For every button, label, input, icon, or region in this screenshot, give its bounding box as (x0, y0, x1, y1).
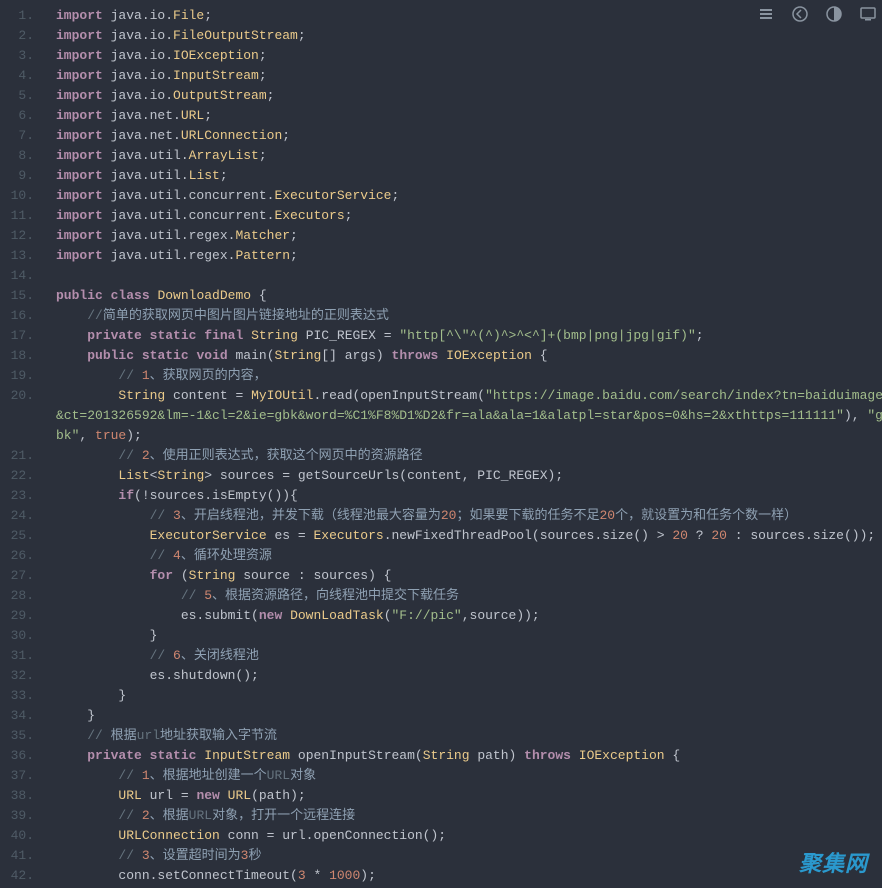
code-line: for (String source : sources) { (56, 566, 882, 586)
code-line: // 1、获取网页的内容， (56, 366, 882, 386)
code-line: import java.io.IOException; (56, 46, 882, 66)
code-line: // 3、开启线程池，并发下载（线程池最大容量为20；如果要下载的任务不足20个… (56, 506, 882, 526)
code-line: import java.util.concurrent.ExecutorServ… (56, 186, 882, 206)
contrast-icon[interactable] (826, 6, 842, 22)
code-area[interactable]: import java.io.File;import java.io.FileO… (44, 0, 882, 888)
line-number: 40. (8, 826, 34, 846)
toolbar (758, 6, 876, 22)
line-number: 17. (8, 326, 34, 346)
line-number: 31. (8, 646, 34, 666)
line-number: 21. (8, 446, 34, 466)
line-number: 29. (8, 606, 34, 626)
code-line: public static void main(String[] args) t… (56, 346, 882, 366)
code-line: } (56, 706, 882, 726)
code-line: bk", true); (56, 426, 882, 446)
line-number: 5. (8, 86, 34, 106)
line-number: 13. (8, 246, 34, 266)
line-number: 16. (8, 306, 34, 326)
line-number: 8. (8, 146, 34, 166)
code-line: // 4、循环处理资源 (56, 546, 882, 566)
line-number: 15. (8, 286, 34, 306)
code-line: } (56, 686, 882, 706)
code-line: public class DownloadDemo { (56, 286, 882, 306)
code-line: import java.util.concurrent.Executors; (56, 206, 882, 226)
line-number: 11. (8, 206, 34, 226)
line-number (8, 426, 34, 446)
code-line: if(!sources.isEmpty()){ (56, 486, 882, 506)
code-line: // 根据url地址获取输入字节流 (56, 726, 882, 746)
code-line: es.submit(new DownLoadTask("F://pic",sou… (56, 606, 882, 626)
code-line: ExecutorService es = Executors.newFixedT… (56, 526, 882, 546)
code-line: // 2、根据URL对象，打开一个远程连接 (56, 806, 882, 826)
code-editor: 1.2.3.4.5.6.7.8.9.10.11.12.13.14.15.16.1… (0, 0, 882, 888)
code-line: private static InputStream openInputStre… (56, 746, 882, 766)
line-number: 35. (8, 726, 34, 746)
monitor-icon[interactable] (860, 6, 876, 22)
line-number: 37. (8, 766, 34, 786)
code-line: URL url = new URL(path); (56, 786, 882, 806)
line-number: 10. (8, 186, 34, 206)
line-number: 2. (8, 26, 34, 46)
list-icon[interactable] (758, 6, 774, 22)
code-line: private static final String PIC_REGEX = … (56, 326, 882, 346)
code-line: import java.io.InputStream; (56, 66, 882, 86)
code-line: import java.util.List; (56, 166, 882, 186)
line-number: 9. (8, 166, 34, 186)
code-line: es.shutdown(); (56, 666, 882, 686)
code-line: conn.setConnectTimeout(3 * 1000); (56, 866, 882, 886)
code-line: import java.net.URL; (56, 106, 882, 126)
line-number: 41. (8, 846, 34, 866)
line-number: 12. (8, 226, 34, 246)
line-number: 34. (8, 706, 34, 726)
line-number: 27. (8, 566, 34, 586)
code-line: String content = MyIOUtil.read(openInput… (56, 386, 882, 406)
code-line: List<String> sources = getSourceUrls(con… (56, 466, 882, 486)
line-number (8, 406, 34, 426)
line-number: 36. (8, 746, 34, 766)
line-number: 26. (8, 546, 34, 566)
line-number: 18. (8, 346, 34, 366)
line-number: 30. (8, 626, 34, 646)
line-number: 38. (8, 786, 34, 806)
code-line: } (56, 626, 882, 646)
line-number: 3. (8, 46, 34, 66)
code-line: import java.net.URLConnection; (56, 126, 882, 146)
line-number: 19. (8, 366, 34, 386)
code-line: // 3、设置超时间为3秒 (56, 846, 882, 866)
line-number: 32. (8, 666, 34, 686)
code-line: import java.util.regex.Matcher; (56, 226, 882, 246)
code-line: // 6、关闭线程池 (56, 646, 882, 666)
watermark: 聚集网 (799, 846, 868, 878)
code-line: import java.util.ArrayList; (56, 146, 882, 166)
line-number: 7. (8, 126, 34, 146)
line-number: 25. (8, 526, 34, 546)
code-line: // 2、使用正则表达式，获取这个网页中的资源路径 (56, 446, 882, 466)
code-line: import java.util.regex.Pattern; (56, 246, 882, 266)
line-number: 33. (8, 686, 34, 706)
code-line: import java.io.FileOutputStream; (56, 26, 882, 46)
back-icon[interactable] (792, 6, 808, 22)
line-number: 6. (8, 106, 34, 126)
line-number: 42. (8, 866, 34, 886)
line-number: 1. (8, 6, 34, 26)
line-number: 20. (8, 386, 34, 406)
line-number: 39. (8, 806, 34, 826)
code-line: &ct=201326592&lm=-1&cl=2&ie=gbk&word=%C1… (56, 406, 882, 426)
gutter: 1.2.3.4.5.6.7.8.9.10.11.12.13.14.15.16.1… (0, 0, 44, 888)
code-line: //简单的获取网页中图片图片链接地址的正则表达式 (56, 306, 882, 326)
line-number: 22. (8, 466, 34, 486)
line-number: 28. (8, 586, 34, 606)
code-line: // 5、根据资源路径，向线程池中提交下载任务 (56, 586, 882, 606)
line-number: 14. (8, 266, 34, 286)
code-line (56, 266, 882, 286)
code-line: import java.io.OutputStream; (56, 86, 882, 106)
line-number: 23. (8, 486, 34, 506)
line-number: 4. (8, 66, 34, 86)
code-line: URLConnection conn = url.openConnection(… (56, 826, 882, 846)
code-line: // 1、根据地址创建一个URL对象 (56, 766, 882, 786)
line-number: 24. (8, 506, 34, 526)
